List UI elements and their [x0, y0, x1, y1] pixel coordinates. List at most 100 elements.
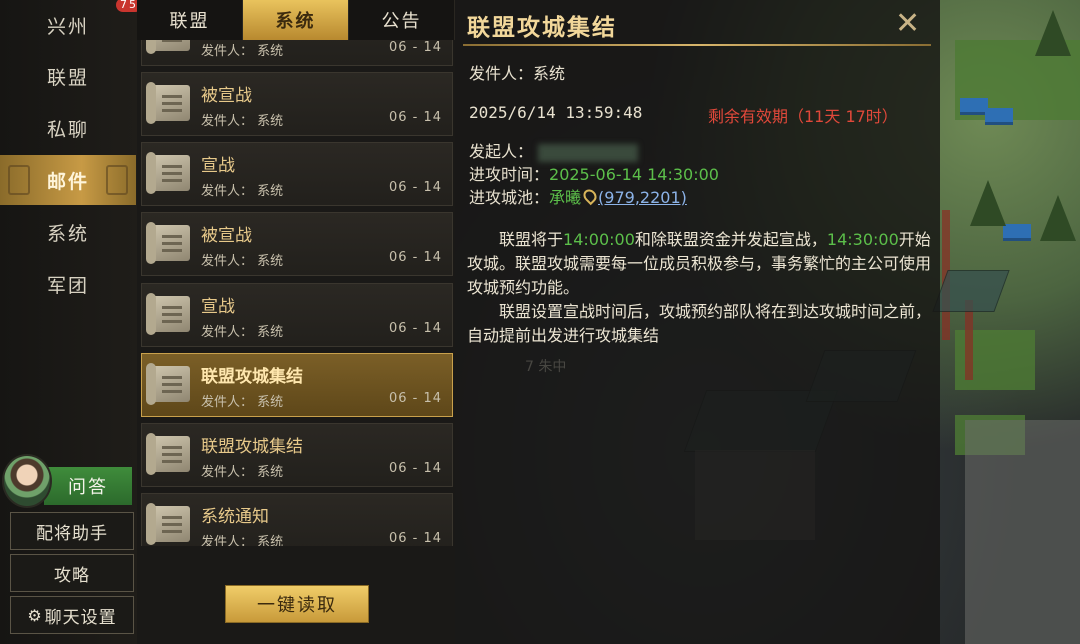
mail-sender: 发件人： 系统	[201, 395, 284, 410]
qa-label: 问答	[68, 477, 108, 498]
mail-date: 06 - 14	[388, 250, 442, 265]
body-paragraph-1: 联盟将于14:00:00和除联盟资金并发起宣战，14:30:00开始攻城。联盟攻…	[467, 228, 933, 300]
tab-announcement[interactable]: 公告	[349, 0, 455, 40]
mail-item[interactable]: 联盟攻城集结 发件人： 系统 06 - 14	[141, 423, 453, 487]
scroll-icon	[146, 503, 190, 545]
mail-date: 06 - 14	[388, 321, 442, 336]
mail-sender: 发件人： 系统	[201, 535, 284, 546]
tab-system[interactable]: 系统	[243, 0, 349, 40]
mail-title: 联盟攻城集结	[201, 437, 303, 457]
mail-list[interactable]: 发件人： 系统 06 - 14 被宣战 发件人： 系统 06 - 14 宣战 发…	[137, 40, 455, 546]
body-text: 和除联盟资金并发起宣战，	[634, 230, 827, 249]
mail-detail-sender: 发件人：系统	[469, 64, 566, 83]
scroll-icon	[146, 433, 190, 475]
qa-section: 问答	[0, 452, 137, 508]
mail-tabs: 联盟 系统 公告	[137, 0, 455, 40]
attack-time-row: 进攻时间：2025-06-14 14:30:00	[469, 161, 719, 185]
mail-item[interactable]: 被宣战 发件人： 系统 06 - 14	[141, 72, 453, 136]
mail-sender: 发件人： 系统	[201, 114, 284, 129]
guide-label: 攻略	[54, 565, 90, 586]
nav-item-label: 兴州	[46, 15, 89, 38]
declare-time: 14:00:00	[563, 230, 635, 249]
mail-item-selected[interactable]: 联盟攻城集结 发件人： 系统 06 - 14	[141, 353, 453, 417]
mail-date: 06 - 14	[388, 40, 442, 55]
nav-item-label: 邮件	[46, 170, 89, 193]
ornament-left-icon	[8, 165, 30, 195]
chat-settings-label: 聊天设置	[44, 607, 117, 628]
title-divider	[463, 44, 931, 46]
mail-sender: 发件人： 系统	[201, 44, 284, 59]
validity-remaining: 剩余有效期（11天 17时）	[708, 107, 898, 126]
assistant-label: 配将助手	[36, 523, 108, 544]
mail-item[interactable]: 系统通知 发件人： 系统 06 - 14	[141, 493, 453, 546]
tab-alliance[interactable]: 联盟	[137, 0, 243, 40]
scroll-icon	[146, 363, 190, 405]
guide-button[interactable]: 攻略	[10, 554, 134, 592]
nav-item-label: 联盟	[46, 66, 89, 89]
target-city-name: 承曦	[549, 188, 582, 207]
close-icon[interactable]: ✕	[895, 6, 920, 41]
mail-date: 06 - 14	[388, 391, 442, 406]
mail-sender: 发件人： 系统	[201, 254, 284, 269]
gear-icon: ⚙	[27, 605, 43, 625]
scroll-icon	[146, 152, 190, 194]
body-text: 联盟将于	[499, 230, 564, 249]
mail-title: 宣战	[201, 156, 235, 176]
tab-label: 联盟	[169, 11, 210, 32]
attack-start-time: 14:30:00	[826, 230, 899, 249]
mail-item[interactable]: 发件人： 系统 06 - 14	[141, 40, 453, 66]
background-map-label: 7 朱中	[525, 359, 567, 375]
assistant-button[interactable]: 配将助手	[10, 512, 134, 550]
qa-button[interactable]: 问答	[44, 467, 132, 505]
body-paragraph-2: 联盟设置宣战时间后，攻城预约部队将在到达攻城时间之前，自动提前出发进行攻城集结	[467, 302, 932, 345]
mail-title: 被宣战	[201, 226, 252, 246]
initiator-label: 发起人：	[469, 142, 534, 161]
mail-detail-panel: 联盟攻城集结 ✕ 发件人：系统 2025/6/14 13:59:48 剩余有效期…	[455, 0, 940, 644]
tab-label: 系统	[275, 11, 316, 32]
scroll-icon	[146, 222, 190, 264]
mail-sender: 发件人： 系统	[201, 465, 284, 480]
initiator-row: 发起人：	[469, 138, 639, 162]
target-city-row: 进攻城池：承曦 (979,2201)	[469, 184, 687, 208]
scroll-icon	[146, 82, 190, 124]
target-coords-link[interactable]: (979,2201)	[598, 188, 687, 207]
mail-title: 宣战	[201, 297, 235, 317]
nav-item-legion[interactable]: 军团	[0, 259, 136, 309]
attack-time-label: 进攻时间：	[469, 165, 550, 184]
ornament-right-icon	[106, 165, 128, 195]
location-pin-icon	[580, 186, 600, 206]
mail-date: 06 - 14	[388, 180, 442, 195]
nav-item-alliance[interactable]: 联盟	[0, 51, 136, 101]
mail-detail-datetime: 2025/6/14 13:59:48	[469, 103, 643, 122]
mail-list-panel: 发件人： 系统 06 - 14 被宣战 发件人： 系统 06 - 14 宣战 发…	[137, 40, 455, 644]
mail-body: 联盟将于14:00:00和除联盟资金并发起宣战，14:30:00开始攻城。联盟攻…	[467, 228, 933, 348]
nav-item-label: 系统	[46, 222, 89, 245]
nav-item-xingzhou[interactable]: 兴州 75	[0, 0, 142, 50]
mail-sender: 发件人： 系统	[201, 184, 284, 199]
mail-date: 06 - 14	[388, 110, 442, 125]
mail-item[interactable]: 宣战 发件人： 系统 06 - 14	[141, 283, 453, 347]
mail-detail-title: 联盟攻城集结	[467, 15, 617, 41]
read-all-label: 一键读取	[257, 595, 337, 616]
chat-settings-button[interactable]: ⚙ 聊天设置	[10, 596, 134, 634]
mail-date: 06 - 14	[388, 461, 442, 476]
target-city-label: 进攻城池：	[469, 188, 550, 207]
mail-date: 06 - 14	[388, 531, 442, 546]
tab-label: 公告	[381, 11, 422, 32]
mail-title: 联盟攻城集结	[201, 367, 303, 387]
advisor-avatar[interactable]	[2, 454, 52, 508]
read-all-button[interactable]: 一键读取	[225, 585, 369, 623]
mail-item[interactable]: 被宣战 发件人： 系统 06 - 14	[141, 212, 453, 276]
mail-item[interactable]: 宣战 发件人： 系统 06 - 14	[141, 142, 453, 206]
nav-item-label: 私聊	[46, 118, 89, 141]
scroll-icon	[146, 40, 190, 54]
attack-time-value: 2025-06-14 14:30:00	[549, 165, 719, 184]
nav-item-mail[interactable]: 邮件	[0, 155, 136, 205]
mail-title: 系统通知	[201, 507, 269, 527]
mail-title: 被宣战	[201, 86, 252, 106]
nav-item-private-chat[interactable]: 私聊	[0, 103, 136, 153]
redacted-initiator	[538, 143, 639, 162]
nav-item-system[interactable]: 系统	[0, 207, 136, 257]
scroll-icon	[146, 293, 190, 335]
nav-item-label: 军团	[46, 274, 89, 297]
